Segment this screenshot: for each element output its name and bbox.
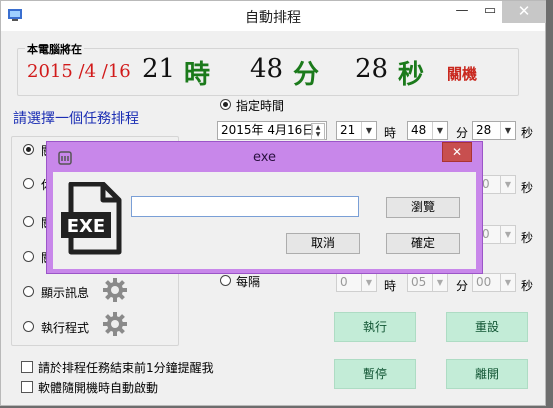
every-minute-unit: 分 [456, 279, 469, 293]
task-heading: 請選擇一個任務排程 [13, 111, 139, 127]
second-select-row2-value: 0 [482, 177, 490, 191]
autostart-checkbox[interactable] [21, 381, 33, 393]
task-radio-hibernate[interactable] [23, 178, 34, 189]
date-picker-value: 2015年 4月16日 [221, 123, 315, 137]
date-picker[interactable]: 2015年 4月16日 ▲ ▼ [217, 121, 327, 140]
target-hour: 21 [142, 54, 176, 84]
task-radio-show-message[interactable] [23, 286, 34, 297]
chevron-down-icon: ▼ [500, 122, 515, 139]
gear-icon[interactable] [102, 311, 128, 337]
second-select-row3[interactable]: 0 ▼ [478, 225, 516, 244]
exe-icon-text: EXE [67, 216, 105, 237]
minute-unit-label: 分 [456, 126, 469, 140]
task-radio-4[interactable] [23, 251, 34, 262]
every-minute-value: 05 [411, 275, 427, 289]
every-radio[interactable] [220, 275, 231, 286]
minimize-button[interactable]: — [447, 1, 477, 23]
target-date: 2015 /4 /16 [27, 61, 131, 82]
chevron-down-icon: ▼ [500, 226, 515, 243]
title-bar: 自動排程 — ▭ ✕ [1, 1, 546, 31]
pause-button[interactable]: 暫停 [334, 359, 416, 389]
exit-button[interactable]: 離開 [446, 359, 528, 389]
minute-unit: 分 [293, 60, 320, 90]
main-window: 自動排程 — ▭ ✕ 本電腦將在 2015 /4 /16 21 時 48 分 2… [0, 0, 546, 406]
dialog-title: exe [252, 150, 277, 165]
task-label-show-message: 顯示訊息 [41, 286, 90, 300]
every-label: 每隔 [236, 275, 261, 289]
hour-select[interactable]: 21 ▼ [336, 121, 377, 140]
minute-select[interactable]: 48 ▼ [407, 121, 448, 140]
browse-button[interactable]: 瀏覽 [386, 197, 460, 218]
second-unit-label-row2: 秒 [521, 181, 534, 195]
remind-label: 請於排程任務結束前1分鐘提醒我 [38, 361, 214, 375]
ok-button[interactable]: 確定 [386, 233, 460, 254]
specified-time-label: 指定時間 [236, 99, 285, 113]
specified-time-radio[interactable] [220, 99, 231, 110]
task-radio-shutdown[interactable] [23, 144, 34, 155]
second-unit: 秒 [398, 60, 425, 90]
scheduled-action: 關機 [447, 65, 478, 83]
remind-checkbox[interactable] [21, 361, 33, 373]
chevron-down-icon: ▼ [500, 176, 515, 193]
date-spinner[interactable]: ▲ ▼ [311, 123, 325, 140]
dialog-close-button[interactable]: ✕ [442, 142, 472, 162]
minute-select-value: 48 [411, 123, 427, 137]
countdown-group-label: 本電腦將在 [25, 41, 84, 57]
every-second-value: 00 [476, 275, 492, 289]
every-hour-value: 0 [340, 275, 348, 289]
every-second-select[interactable]: 00 ▼ [472, 273, 516, 292]
task-radio-3[interactable] [23, 216, 34, 227]
cancel-button[interactable]: 取消 [286, 233, 360, 254]
exe-dialog: exe ✕ EXE 瀏覽 取消 確定 [46, 141, 483, 274]
second-select[interactable]: 28 ▼ [472, 121, 516, 140]
hour-unit-label: 時 [384, 126, 397, 140]
task-label-run-program: 執行程式 [41, 321, 90, 335]
run-button[interactable]: 執行 [334, 312, 416, 342]
dialog-body: EXE 瀏覽 取消 確定 [53, 172, 476, 269]
hour-select-value: 21 [340, 123, 356, 137]
second-unit-label: 秒 [521, 126, 534, 140]
chevron-down-icon: ▼ [432, 274, 447, 291]
every-hour-unit: 時 [384, 279, 397, 293]
target-minute: 48 [250, 54, 284, 84]
chevron-down-icon: ▼ [500, 274, 515, 291]
second-unit-label-row3: 秒 [521, 231, 534, 245]
second-select-row2[interactable]: 0 ▼ [478, 175, 516, 194]
second-select-value: 28 [476, 123, 492, 137]
every-second-unit: 秒 [521, 279, 534, 293]
hour-unit: 時 [184, 60, 211, 90]
reset-button[interactable]: 重設 [446, 312, 528, 342]
chevron-down-icon: ▼ [432, 122, 447, 139]
chevron-down-icon: ▼ [361, 122, 376, 139]
target-second: 28 [355, 54, 389, 84]
exe-file-icon: EXE [61, 182, 122, 255]
every-hour-select[interactable]: 0 ▼ [336, 273, 377, 292]
exe-path-input[interactable] [131, 196, 359, 217]
task-radio-run-program[interactable] [23, 321, 34, 332]
second-select-row3-value: 0 [482, 227, 490, 241]
autostart-label: 軟體隨開機時自動啟動 [38, 381, 159, 395]
maximize-button[interactable]: ▭ [475, 1, 505, 23]
gear-icon[interactable] [102, 277, 128, 303]
chevron-down-icon: ▼ [361, 274, 376, 291]
every-minute-select[interactable]: 05 ▼ [407, 273, 448, 292]
close-button[interactable]: ✕ [502, 1, 546, 23]
